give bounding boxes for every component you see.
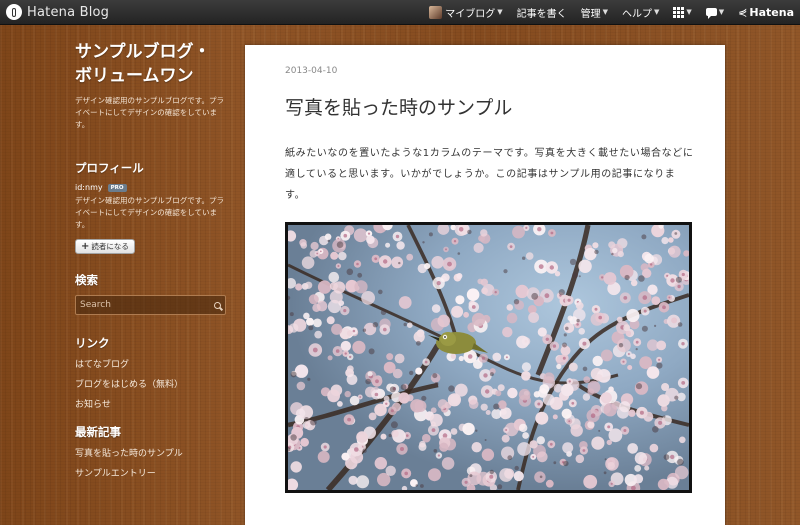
global-nav: マイブログ ▼ 記事を書く 管理 ▼ ヘルプ ▼ ▼ ▼ ⋞ Hatena [415, 0, 794, 24]
nav-help-label: ヘルプ [622, 8, 652, 20]
chevron-down-icon: ▼ [602, 8, 608, 16]
apps-grid-icon [673, 6, 685, 18]
blog-title-line2: ボリュームワン [75, 66, 194, 86]
hatena-blog-logo-icon [6, 4, 22, 20]
recent-module: 最新記事 写真を貼った時のサンプル サンプルエントリー [75, 424, 227, 480]
nav-help[interactable]: ヘルプ ▼ [622, 5, 659, 20]
blog-title-line1: サンプルブログ・ [75, 42, 211, 62]
chevron-down-icon: ▼ [686, 8, 692, 16]
avatar [429, 5, 443, 19]
nav-my-blog-label: マイブログ [445, 8, 496, 20]
recent-entry-2[interactable]: サンプルエントリー [75, 469, 227, 480]
cherry-blossom-photo[interactable] [285, 222, 692, 493]
chevron-down-icon: ▼ [718, 8, 725, 16]
post-date[interactable]: 2013-04-10 [285, 66, 337, 76]
search-heading: 検索 [75, 273, 98, 287]
search-input[interactable] [80, 300, 200, 310]
nav-notifications[interactable]: ▼ [705, 8, 725, 19]
link-hatena-blog[interactable]: はてなブログ [75, 360, 227, 371]
search-box [75, 295, 226, 315]
profile-user-id[interactable]: id:nmy [75, 183, 103, 192]
speech-bubble-icon [705, 8, 717, 19]
recent-heading: 最新記事 [75, 425, 121, 439]
sidebar: サンプルブログ・ ボリュームワン デザイン確認用のサンプルブログです。プライベー… [75, 40, 227, 489]
entry-card: 2013-04-10 写真を貼った時のサンプル 紙みたいなのを置いたような1カラ… [245, 45, 725, 525]
hatena-label: Hatena [749, 5, 794, 19]
post-title[interactable]: 写真を貼った時のサンプル [285, 93, 512, 120]
search-icon[interactable] [214, 301, 221, 309]
links-heading: リンク [75, 336, 110, 350]
subscribe-label: 読者になる [91, 242, 129, 251]
post-body: 紙みたいなのを置いたような1カラムのテーマです。写真を大きく載せたい場合などに適… [285, 148, 694, 201]
chevron-down-icon: ▼ [654, 8, 660, 16]
recent-entry-1[interactable]: 写真を貼った時のサンプル [75, 449, 227, 460]
profile-user: id:nmy PRO [75, 183, 227, 192]
chevron-down-icon: ▼ [497, 8, 503, 16]
nav-apps[interactable]: ▼ [673, 6, 692, 18]
blog-description: デザイン確認用のサンプルブログです。プライベートにしてデザインの確認をしています… [75, 96, 225, 129]
brand-text: Hatena Blog [27, 4, 110, 20]
nav-my-blog[interactable]: マイブログ ▼ [429, 5, 503, 20]
links-list: はてなブログ ブログをはじめる（無料） お知らせ [75, 360, 227, 411]
link-news[interactable]: お知らせ [75, 400, 227, 411]
nav-write[interactable]: 記事を書く [517, 5, 567, 20]
profile-module: プロフィール id:nmy PRO デザイン確認用のサンプルブログです。プライベ… [75, 160, 227, 254]
plus-icon: + [81, 241, 90, 252]
pro-badge: PRO [107, 183, 127, 192]
nav-manage[interactable]: 管理 ▼ [581, 5, 608, 20]
nav-write-label: 記事を書く [516, 8, 567, 20]
link-start-blog[interactable]: ブログをはじめる（無料） [75, 380, 227, 391]
nav-manage-label: 管理 [580, 8, 601, 20]
global-header: Hatena Blog マイブログ ▼ 記事を書く 管理 ▼ ヘルプ ▼ ▼ ▼… [0, 0, 800, 25]
profile-description: デザイン確認用のサンプルブログです。プライベートにしてデザインの確認をしています… [75, 196, 225, 229]
nav-hatena[interactable]: ⋞ Hatena [738, 6, 794, 19]
hatena-blog-brand[interactable]: Hatena Blog [6, 3, 109, 21]
photo-image [288, 225, 689, 490]
profile-heading: プロフィール [75, 161, 144, 175]
subscribe-button[interactable]: + 読者になる [75, 239, 135, 254]
search-module: 検索 [75, 272, 227, 315]
links-module: リンク はてなブログ ブログをはじめる（無料） お知らせ [75, 335, 227, 411]
blog-title[interactable]: サンプルブログ・ ボリュームワン [75, 40, 227, 88]
recent-list: 写真を貼った時のサンプル サンプルエントリー [75, 449, 227, 480]
hatena-wing-icon: ⋞ [738, 5, 748, 19]
